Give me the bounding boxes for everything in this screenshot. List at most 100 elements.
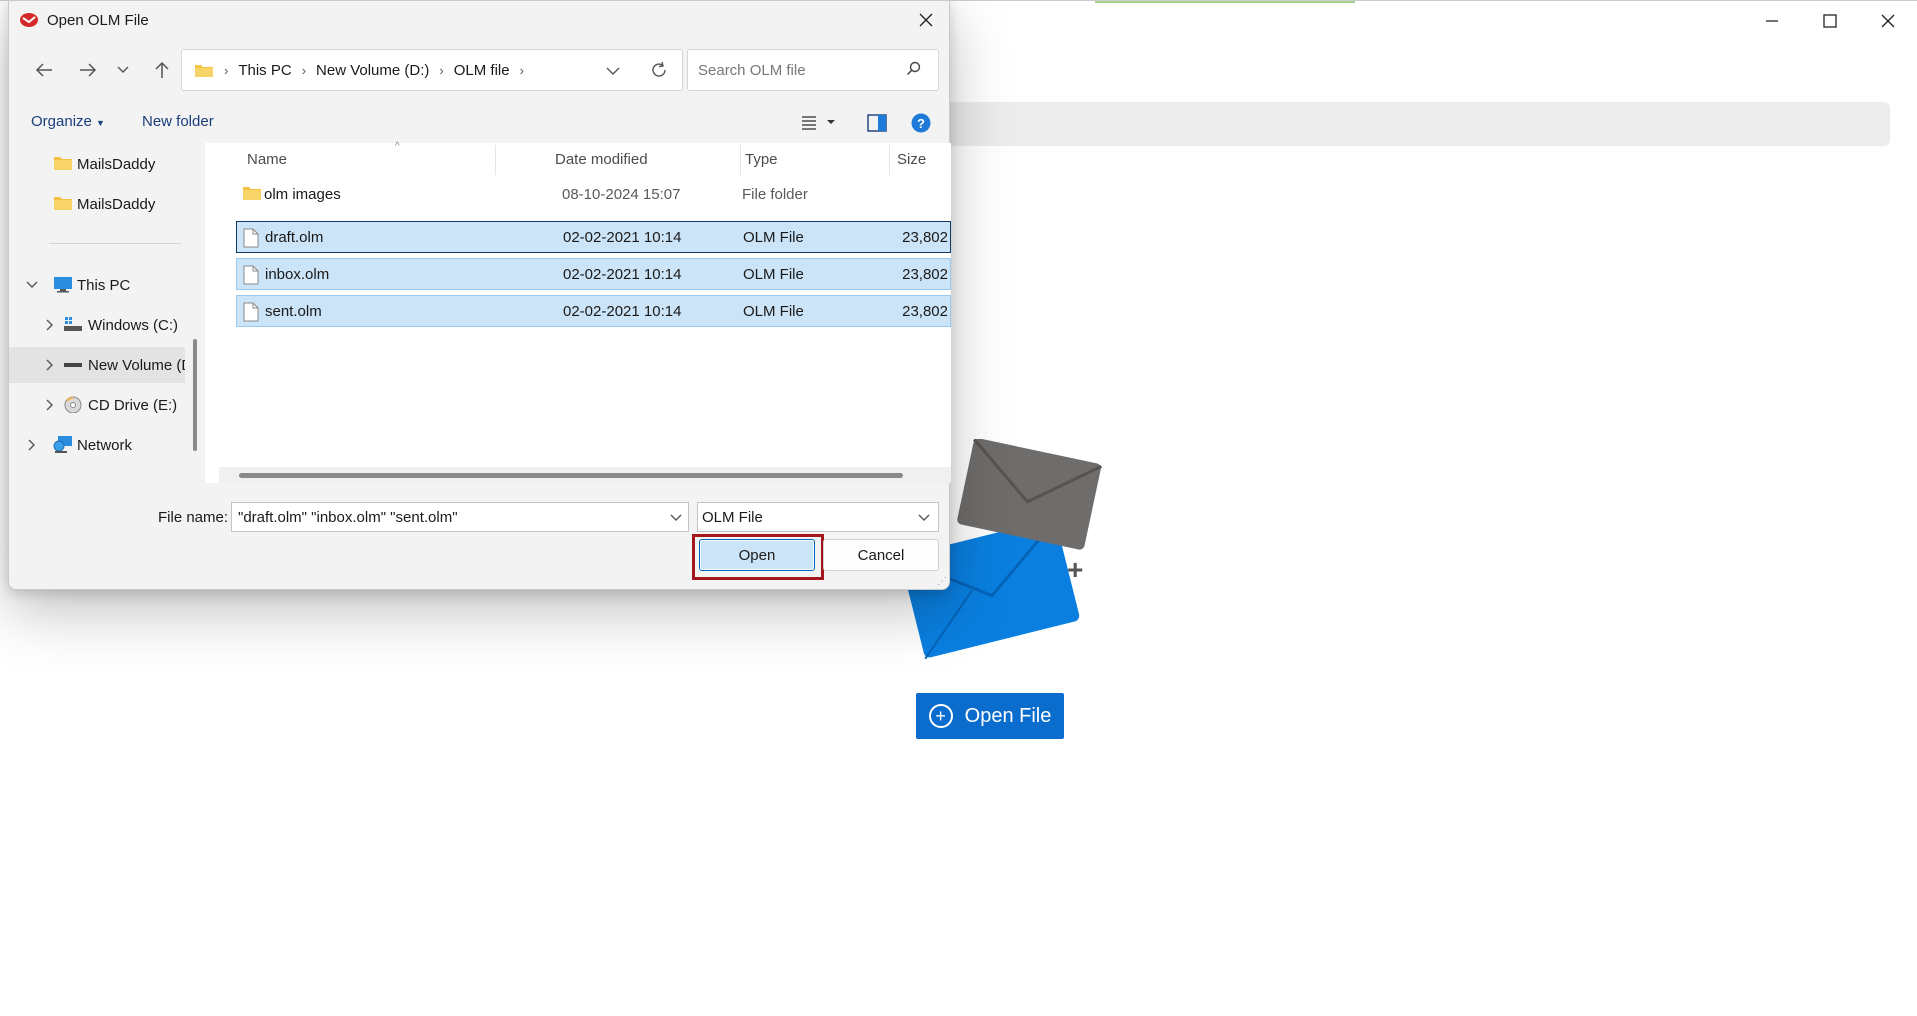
search-input[interactable]: Search OLM file [687, 49, 939, 91]
dialog-title: Open OLM File [47, 11, 149, 29]
breadcrumb-new-volume[interactable]: New Volume (D:) [316, 62, 429, 79]
file-type: File folder [742, 186, 808, 203]
add-circle-icon: + [928, 704, 953, 728]
folder-icon [54, 157, 72, 170]
up-button[interactable] [147, 55, 177, 85]
file-name-input[interactable]: "draft.olm" "inbox.olm" "sent.olm" [231, 502, 689, 532]
file-date: 02-02-2021 10:14 [563, 303, 682, 320]
column-separator[interactable] [495, 145, 496, 175]
nav-item-mailsdaddy-1[interactable]: MailsDaddy [9, 146, 185, 182]
folder-icon [243, 187, 261, 200]
list-view-icon [802, 116, 835, 130]
app-logo-icon [20, 13, 38, 27]
organize-button[interactable]: Organize ▼ [31, 113, 105, 130]
nav-item-label: MailsDaddy [77, 155, 156, 173]
column-size[interactable]: Size [897, 151, 926, 168]
refresh-icon[interactable] [650, 61, 668, 79]
close-window-button[interactable] [1859, 1, 1917, 41]
app-toolbar-strip [940, 102, 1890, 146]
chevron-right-icon[interactable] [43, 358, 57, 372]
column-date-modified[interactable]: Date modified [555, 151, 648, 168]
recent-locations-button[interactable] [113, 55, 133, 85]
breadcrumb-separator-icon: › [224, 62, 229, 78]
address-bar[interactable]: › This PC › New Volume (D:) › OLM file › [181, 49, 683, 91]
maximize-icon [1823, 14, 1837, 28]
navigation-pane: MailsDaddy MailsDaddy This PC Windows (C… [9, 143, 197, 483]
arrow-right-icon [80, 63, 97, 77]
breadcrumb-separator-icon: › [439, 62, 444, 78]
folder-icon [195, 65, 213, 77]
nav-item-label: This PC [77, 276, 131, 294]
nav-item-windows-c[interactable]: Windows (C:) [9, 307, 185, 343]
column-name[interactable]: Name [247, 151, 287, 168]
nav-item-this-pc[interactable]: This PC [9, 267, 185, 303]
chevron-down-icon[interactable] [670, 509, 682, 525]
file-type: OLM File [743, 303, 804, 320]
view-options-button[interactable] [801, 114, 837, 134]
cd-drive-icon [64, 396, 82, 413]
open-file-dialog: Open OLM File › This PC › New Volume (D:… [8, 0, 951, 590]
chevron-right-icon[interactable] [43, 318, 57, 332]
open-file-button[interactable]: + Open File [916, 693, 1064, 739]
file-icon [243, 302, 259, 322]
file-row-inbox[interactable]: inbox.olm 02-02-2021 10:14 OLM File 23,8… [236, 258, 951, 290]
horizontal-scrollbar[interactable] [239, 473, 903, 478]
file-size: 23,802 [902, 266, 948, 283]
chevron-right-icon[interactable] [25, 438, 39, 452]
breadcrumb-this-pc[interactable]: This PC [238, 62, 291, 79]
progress-accent [1095, 1, 1355, 3]
dialog-toolbar: Organize ▼ New folder ? [9, 105, 949, 141]
back-button[interactable] [29, 55, 59, 85]
file-name: inbox.olm [265, 266, 330, 283]
breadcrumb-separator-icon: › [301, 62, 307, 78]
open-file-label: Open File [964, 704, 1052, 727]
chevron-down-icon [117, 66, 129, 73]
arrow-left-icon [35, 63, 52, 77]
nav-item-new-volume-d[interactable]: New Volume (D:) [9, 347, 185, 383]
file-row-olm-images[interactable]: olm images 08-10-2024 15:07 File folder [236, 179, 951, 211]
nav-item-cd-drive-e[interactable]: CD Drive (E:) [9, 387, 185, 423]
maximize-button[interactable] [1801, 1, 1859, 41]
dialog-close-button[interactable] [909, 5, 943, 35]
help-icon: ? [911, 113, 931, 133]
drive-icon [64, 363, 82, 367]
column-separator[interactable] [740, 145, 741, 175]
file-list-header: ^ Name Date modified Type Size [205, 141, 951, 175]
minimize-icon [1766, 20, 1778, 22]
file-name: sent.olm [265, 303, 322, 320]
file-row-draft[interactable]: draft.olm 02-02-2021 10:14 OLM File 23,8… [236, 221, 951, 253]
resize-grip-icon[interactable]: ⋰ [937, 576, 947, 587]
nav-item-mailsdaddy-2[interactable]: MailsDaddy [9, 186, 185, 222]
nav-scrollbar[interactable] [193, 339, 197, 451]
file-row-sent[interactable]: sent.olm 02-02-2021 10:14 OLM File 23,80… [236, 295, 951, 327]
file-type-value: OLM File [702, 508, 763, 526]
column-type[interactable]: Type [745, 151, 778, 168]
file-size: 23,802 [902, 303, 948, 320]
new-folder-button[interactable]: New folder [142, 113, 214, 130]
minimize-button[interactable] [1743, 1, 1801, 41]
chevron-down-icon[interactable] [606, 67, 620, 75]
forward-button[interactable] [73, 55, 103, 85]
search-placeholder: Search OLM file [698, 61, 806, 79]
file-date: 02-02-2021 10:14 [563, 229, 682, 246]
preview-pane-button[interactable] [867, 114, 887, 136]
open-button[interactable]: Open [699, 539, 815, 571]
file-name: draft.olm [265, 229, 324, 246]
svg-text:?: ? [917, 116, 925, 131]
file-type-select[interactable]: OLM File [697, 502, 939, 532]
file-type: OLM File [743, 266, 804, 283]
file-icon [243, 228, 259, 248]
help-button[interactable]: ? [911, 113, 931, 137]
breadcrumb-olm-file[interactable]: OLM file [454, 62, 510, 79]
window-controls [1743, 1, 1917, 41]
chevron-down-icon[interactable] [25, 278, 39, 292]
chevron-right-icon[interactable] [43, 398, 57, 412]
file-date: 08-10-2024 15:07 [562, 186, 681, 203]
nav-divider [49, 243, 181, 244]
network-icon [53, 436, 72, 453]
column-separator[interactable] [889, 145, 890, 175]
nav-item-network[interactable]: Network [9, 427, 185, 463]
nav-item-label: MailsDaddy [77, 195, 156, 213]
cancel-button[interactable]: Cancel [823, 539, 939, 571]
file-icon [243, 265, 259, 285]
